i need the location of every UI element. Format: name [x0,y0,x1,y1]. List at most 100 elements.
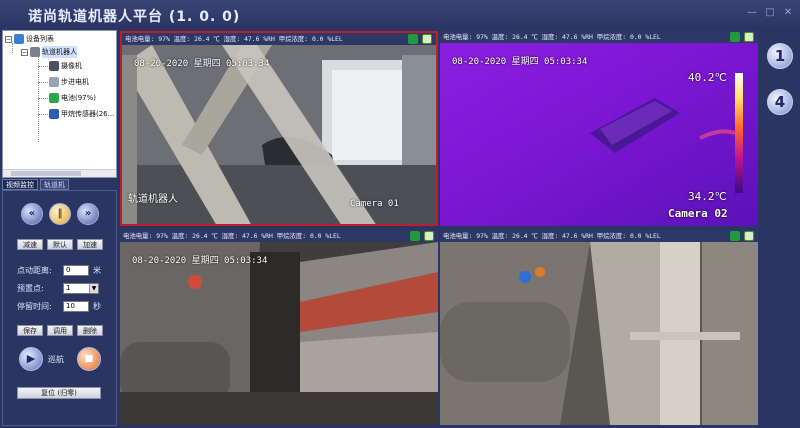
video-pane-1[interactable]: 电池电量: 97% 温度: 26.4 ℃ 湿度: 47.6 %RH 甲烷浓度: … [120,31,438,226]
preset-select[interactable]: 1 ▼ [63,283,99,294]
layout-4-button[interactable]: 4 [767,89,793,115]
pane-info-bar: 电池电量: 97% 温度: 26.4 ℃ 湿度: 47.6 %RH 甲烷浓度: … [440,31,758,43]
distance-unit: 米 [93,266,101,275]
camera-feed-image [440,242,758,425]
video-pane-3[interactable]: 电池电量: 97% 温度: 26.4 ℃ 湿度: 47.6 %RH 甲烷浓度: … [120,230,438,425]
app-window: 诺尚轨道机器人平台 (1. 0. 0) — □ ✕ − 设备列表 − 轨道机器人 [0,0,800,428]
tree-root-label: 设备列表 [26,35,54,43]
snapshot-icon[interactable] [744,32,754,42]
tree-root[interactable]: − 设备列表 [5,33,54,45]
maximize-icon[interactable]: □ [764,7,776,19]
snapshot-icon[interactable] [744,231,754,241]
sensor-readout: 电池电量: 97% 温度: 26.4 ℃ 湿度: 47.6 %RH 甲烷浓度: … [125,35,343,43]
forward-icon: » [84,208,92,219]
thermal-feed: 08-20-2020 星期四 05:03:34 40.2℃ 34.2℃ Came… [440,43,758,226]
stay-label: 停留时间: [17,302,52,311]
tree-item-label: 摄像机 [61,62,82,70]
record-icon[interactable] [408,34,418,44]
record-icon[interactable] [410,231,420,241]
battery-icon [49,93,59,103]
tree-item-label: 电池(97%) [61,94,97,102]
save-preset-button[interactable]: 保存 [17,325,43,336]
robot-icon [30,47,40,57]
record-icon[interactable] [730,32,740,42]
tree-item-motor[interactable]: 步进电机 [49,76,89,88]
sensor-icon [49,109,59,119]
pause-icon: ‖ [57,208,63,219]
camera-feed: 08-20-2020 星期四 05:03:34 轨道机器人 Camera 01 [122,45,436,224]
sensor-readout: 电池电量: 97% 温度: 26.4 ℃ 湿度: 47.6 %RH 甲烷浓度: … [443,33,661,41]
video-pane-4[interactable]: 电池电量: 97% 温度: 26.4 ℃ 湿度: 47.6 %RH 甲烷浓度: … [440,230,758,425]
camera-feed: 08-20-2020 星期四 05:03:34 [120,242,438,425]
motor-icon [49,77,59,87]
stay-unit: 秒 [93,302,101,311]
video-grid: 电池电量: 97% 温度: 26.4 ℃ 湿度: 47.6 %RH 甲烷浓度: … [120,31,758,425]
distance-label: 点动距离: [17,266,52,275]
panel-tabs: 视频监控 轨道机 [2,179,69,190]
snapshot-icon[interactable] [424,231,434,241]
device-tree[interactable]: − 设备列表 − 轨道机器人 摄像机 步进电机 电池(97%) 甲烷传感器(26… [2,30,117,178]
expand-icon[interactable]: − [21,48,28,56]
pane-info-bar: 电池电量: 97% 温度: 26.4 ℃ 湿度: 47.6 %RH 甲烷浓度: … [120,230,438,242]
tab-rail[interactable]: 轨道机 [40,179,69,190]
stop-icon: ■ [84,354,94,364]
control-panel: « ‖ » 减速 默认 加速 点动距离: 0 米 预置点: 1 ▼ 停留时间: … [2,190,117,426]
tree-item-camera[interactable]: 摄像机 [49,60,82,72]
speed-up-button[interactable]: 加速 [77,239,103,250]
temp-high-readout: 40.2℃ [688,71,727,84]
patrol-label: 巡航 [48,355,64,364]
pane-info-bar: 电池电量: 97% 温度: 26.4 ℃ 湿度: 47.6 %RH 甲烷浓度: … [440,230,758,242]
tree-item-label: 步进电机 [61,78,89,86]
delete-preset-button[interactable]: 删除 [77,325,103,336]
camera-label: Camera 02 [668,207,728,220]
camera-icon [49,61,59,71]
device-list-icon [14,34,24,44]
tree-item-label: 甲烷传感器(26... [61,110,115,118]
temp-low-readout: 34.2℃ [688,190,727,203]
camera-label: Camera 01 [350,199,399,209]
stay-input[interactable]: 10 [63,301,89,312]
tree-item-battery[interactable]: 电池(97%) [49,92,96,104]
layout-1-button[interactable]: 1 [767,43,793,69]
snapshot-icon[interactable] [422,34,432,44]
pane-datetime: 08-20-2020 星期四 05:03:34 [452,57,588,67]
preset-label: 预置点: [17,284,44,293]
tab-video[interactable]: 视频监控 [2,179,38,190]
forward-button[interactable]: » [77,203,99,225]
record-icon[interactable] [730,231,740,241]
tree-robot[interactable]: − 轨道机器人 [21,46,77,58]
tree-item-methane[interactable]: 甲烷传感器(26... [49,108,114,120]
window-title: 诺尚轨道机器人平台 (1. 0. 0) [28,9,241,25]
distance-input[interactable]: 0 [63,265,89,276]
right-rail: 1 4 [760,31,800,425]
title-bar: 诺尚轨道机器人平台 (1. 0. 0) — □ ✕ [0,0,800,30]
rewind-icon: « [28,208,36,219]
pane-info-bar: 电池电量: 97% 温度: 26.4 ℃ 湿度: 47.6 %RH 甲烷浓度: … [122,33,436,45]
play-icon: ▶ [26,352,36,365]
pane-datetime: 08-20-2020 星期四 05:03:34 [134,59,270,69]
rewind-button[interactable]: « [21,203,43,225]
pane-datetime: 08-20-2020 星期四 05:03:34 [132,256,268,266]
camera-feed-image [120,242,438,425]
chevron-down-icon[interactable]: ▼ [89,284,98,293]
expand-icon[interactable]: − [5,35,12,43]
reset-button[interactable]: 复位 (归零) [17,387,101,399]
pane-label-left: 轨道机器人 [128,194,178,205]
left-panel: − 设备列表 − 轨道机器人 摄像机 步进电机 电池(97%) 甲烷传感器(26… [0,30,118,428]
sensor-readout: 电池电量: 97% 温度: 26.4 ℃ 湿度: 47.6 %RH 甲烷浓度: … [443,232,661,240]
sensor-readout: 电池电量: 97% 温度: 26.4 ℃ 湿度: 47.6 %RH 甲烷浓度: … [123,232,341,240]
preset-value: 1 [66,284,71,292]
close-icon[interactable]: ✕ [782,7,794,19]
camera-feed [440,242,758,425]
call-preset-button[interactable]: 调用 [47,325,73,336]
horizontal-scrollbar[interactable] [3,169,116,177]
minimize-icon[interactable]: — [746,7,758,19]
window-controls: — □ ✕ [746,7,794,19]
default-speed-button[interactable]: 默认 [47,239,73,250]
patrol-start-button[interactable]: ▶ [19,347,43,371]
slow-down-button[interactable]: 减速 [17,239,43,250]
tree-robot-label: 轨道机器人 [42,46,77,58]
patrol-stop-button[interactable]: ■ [77,347,101,371]
video-pane-2[interactable]: 电池电量: 97% 温度: 26.4 ℃ 湿度: 47.6 %RH 甲烷浓度: … [440,31,758,226]
pause-button[interactable]: ‖ [49,203,71,225]
